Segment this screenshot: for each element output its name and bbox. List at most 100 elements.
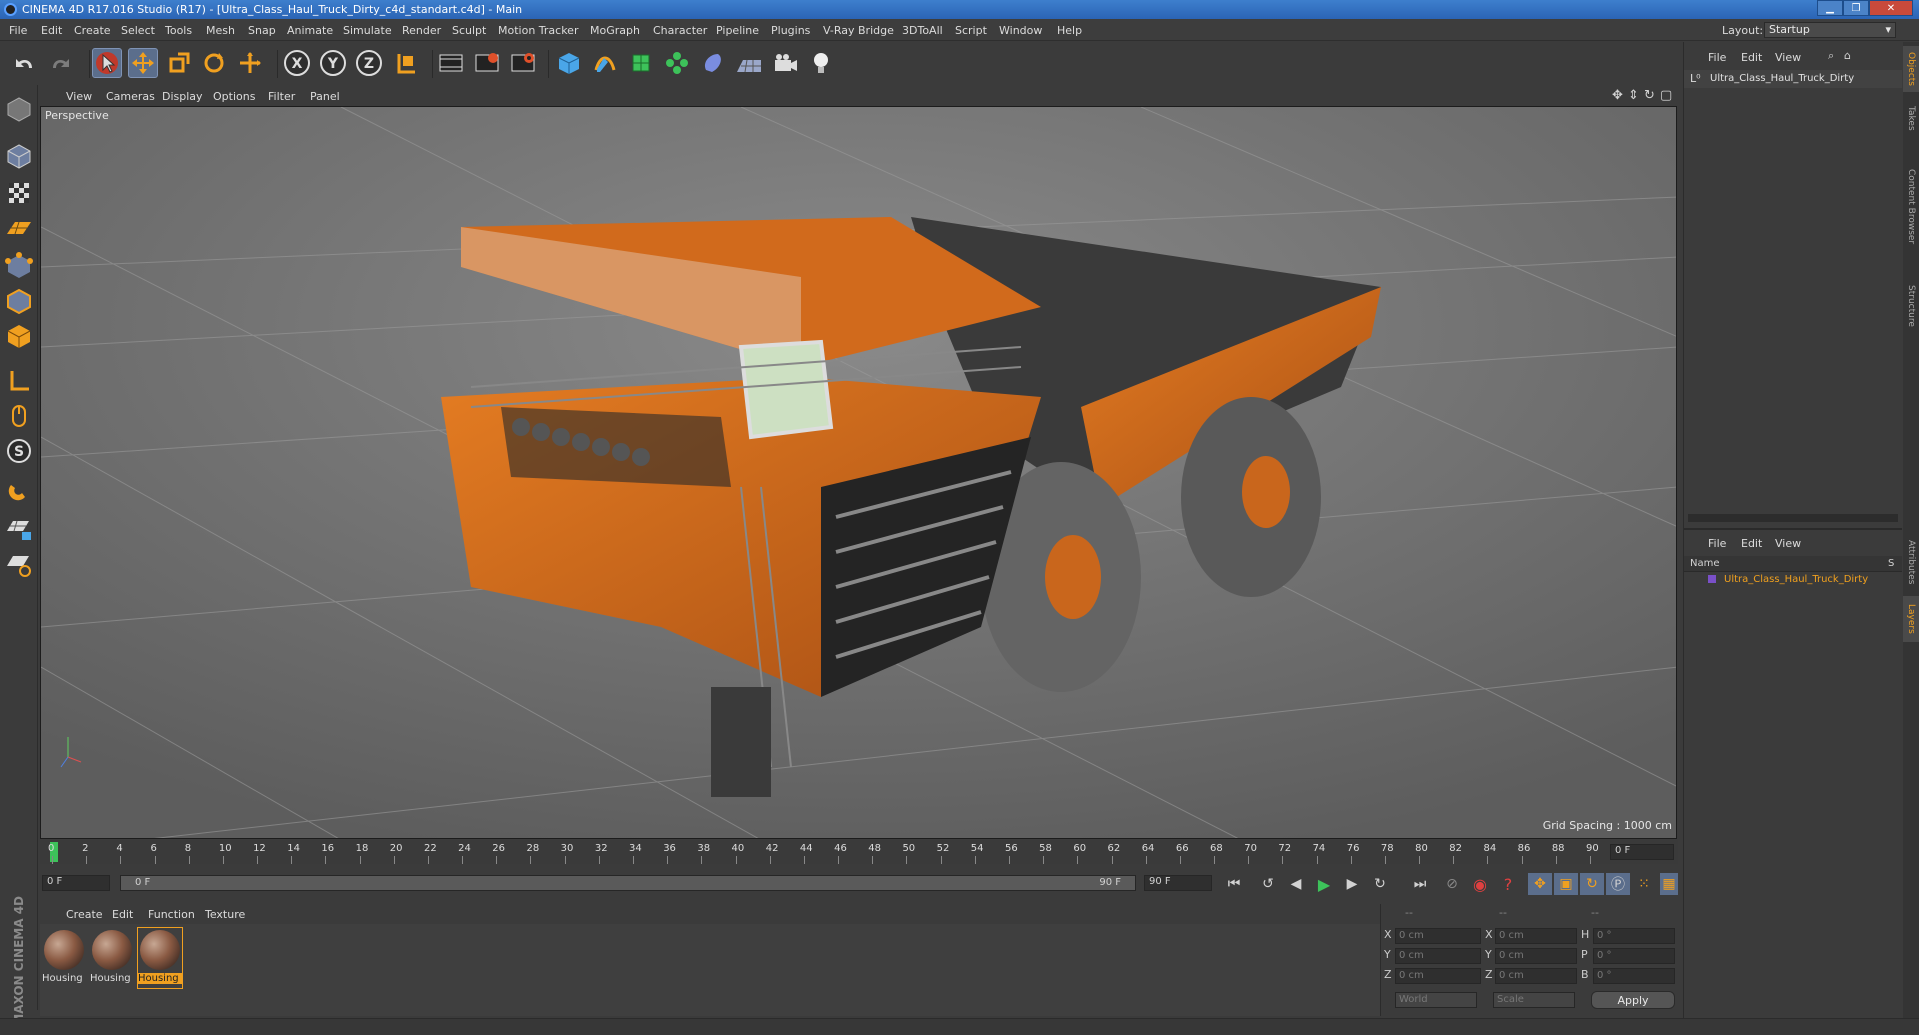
rotation-p-field[interactable]: 0 ° bbox=[1593, 948, 1675, 964]
rotate-icon[interactable] bbox=[199, 48, 229, 78]
material-swatch[interactable]: Housing bbox=[42, 928, 86, 988]
apply-button[interactable]: Apply bbox=[1591, 991, 1675, 1009]
menu-animate[interactable]: Animate bbox=[287, 24, 333, 37]
autokeying-icon[interactable]: ◉ bbox=[1468, 873, 1492, 895]
scale-icon[interactable] bbox=[164, 48, 194, 78]
menu-select[interactable]: Select bbox=[121, 24, 155, 37]
size-mode-select[interactable]: Scale bbox=[1493, 992, 1575, 1008]
pen-icon[interactable] bbox=[590, 48, 620, 78]
next-key-icon[interactable]: ↻ bbox=[1368, 873, 1392, 895]
obj-menu-view[interactable]: View bbox=[1775, 51, 1801, 64]
previous-key-icon[interactable]: ↺ bbox=[1256, 873, 1280, 895]
zoom-view-icon[interactable]: ⇕ bbox=[1628, 88, 1639, 103]
vp-menu-view[interactable]: View bbox=[66, 90, 92, 103]
deformer-icon[interactable] bbox=[698, 48, 728, 78]
render-settings-icon[interactable] bbox=[508, 48, 538, 78]
position-x-field[interactable]: 0 cm bbox=[1395, 928, 1481, 944]
play-icon[interactable]: ▶ bbox=[1312, 873, 1336, 895]
locked-workplane-icon[interactable] bbox=[3, 513, 35, 545]
material-swatch[interactable]: Housing bbox=[90, 928, 134, 988]
x-axis-icon[interactable]: X bbox=[282, 48, 312, 78]
edges-mode-icon[interactable] bbox=[3, 285, 35, 317]
next-frame-icon[interactable]: ▶ bbox=[1340, 873, 1364, 895]
timeline-layout-icon[interactable]: ▦ bbox=[1660, 873, 1678, 895]
tweak-mode-icon[interactable] bbox=[3, 400, 35, 432]
select-icon[interactable] bbox=[92, 48, 122, 78]
tab-content-browser[interactable]: Content Browser bbox=[1903, 142, 1919, 272]
menu-character[interactable]: Character bbox=[653, 24, 707, 37]
layer-menu-file[interactable]: File bbox=[1708, 537, 1726, 550]
subdivision-icon[interactable] bbox=[626, 48, 656, 78]
camera-icon[interactable] bbox=[770, 48, 800, 78]
record-keys-icon[interactable]: ⊘ bbox=[1440, 873, 1464, 895]
object-row[interactable]: L⁰ Ultra_Class_Haul_Truck_Dirty bbox=[1684, 70, 1902, 88]
tab-attributes[interactable]: Attributes bbox=[1903, 532, 1919, 592]
light-icon[interactable] bbox=[806, 48, 836, 78]
menu-render[interactable]: Render bbox=[402, 24, 441, 37]
menu-vray-bridge[interactable]: V-Ray Bridge bbox=[823, 24, 894, 37]
material-swatch-selected[interactable]: Housing bbox=[137, 927, 183, 989]
obj-menu-file[interactable]: File bbox=[1708, 51, 1726, 64]
size-y-field[interactable]: 0 cm bbox=[1495, 948, 1577, 964]
menu-help[interactable]: Help bbox=[1057, 24, 1082, 37]
mat-menu-edit[interactable]: Edit bbox=[112, 908, 133, 921]
menu-create[interactable]: Create bbox=[74, 24, 111, 37]
tab-takes[interactable]: Takes bbox=[1903, 98, 1919, 138]
horizontal-scrollbar[interactable] bbox=[1688, 514, 1898, 522]
3d-viewport[interactable]: Perspective Grid Spacing : 1000 cm bbox=[40, 106, 1677, 839]
model-mode-icon[interactable] bbox=[3, 140, 35, 172]
end-frame-field[interactable]: 90 F bbox=[1144, 875, 1212, 891]
snap-icon[interactable]: S bbox=[3, 435, 35, 467]
floor-icon[interactable] bbox=[734, 48, 764, 78]
key-scale-icon[interactable]: ▣ bbox=[1554, 873, 1578, 895]
key-parameter-icon[interactable]: Ⓟ bbox=[1606, 873, 1630, 895]
home-icon[interactable]: ⌂ bbox=[1844, 49, 1851, 62]
tab-structure[interactable]: Structure bbox=[1903, 276, 1919, 336]
tab-layers[interactable]: Layers bbox=[1903, 596, 1919, 642]
pan-view-icon[interactable]: ✥ bbox=[1612, 88, 1623, 103]
rotation-b-field[interactable]: 0 ° bbox=[1593, 968, 1675, 984]
maximize-button[interactable]: ❐ bbox=[1843, 0, 1869, 16]
render-view-icon[interactable] bbox=[436, 48, 466, 78]
mat-menu-function[interactable]: Function bbox=[148, 908, 195, 921]
polygons-mode-icon[interactable] bbox=[3, 320, 35, 352]
close-button[interactable]: ✕ bbox=[1869, 0, 1913, 16]
key-position-icon[interactable]: ✥ bbox=[1528, 873, 1552, 895]
layer-menu-view[interactable]: View bbox=[1775, 537, 1801, 550]
rotate-view-icon[interactable]: ↻ bbox=[1644, 88, 1655, 103]
y-axis-icon[interactable]: Y bbox=[318, 48, 348, 78]
points-mode-icon[interactable] bbox=[3, 250, 35, 282]
layer-row[interactable]: Ultra_Class_Haul_Truck_Dirty bbox=[1684, 572, 1902, 588]
key-rotation-icon[interactable]: ↻ bbox=[1580, 873, 1604, 895]
menu-tools[interactable]: Tools bbox=[165, 24, 192, 37]
menu-snap[interactable]: Snap bbox=[248, 24, 276, 37]
mat-menu-texture[interactable]: Texture bbox=[205, 908, 245, 921]
size-x-field[interactable]: 0 cm bbox=[1495, 928, 1577, 944]
vp-menu-display[interactable]: Display bbox=[162, 90, 203, 103]
menu-pipeline[interactable]: Pipeline bbox=[716, 24, 759, 37]
vp-menu-panel[interactable]: Panel bbox=[310, 90, 340, 103]
previous-frame-icon[interactable]: ◀ bbox=[1284, 873, 1308, 895]
undo-icon[interactable] bbox=[10, 48, 40, 78]
position-y-field[interactable]: 0 cm bbox=[1395, 948, 1481, 964]
menu-3dtoall[interactable]: 3DToAll bbox=[902, 24, 943, 37]
menu-simulate[interactable]: Simulate bbox=[343, 24, 392, 37]
search-icon[interactable]: ⌕ bbox=[1828, 49, 1834, 63]
timeline-ruler[interactable]: 0 2 4 6 8 10 12 14 16 18 20 22 24 26 28 30 32 34 36 38 40 42 4… bbox=[40, 840, 1678, 864]
coordinate-system-icon[interactable] bbox=[391, 48, 421, 78]
magnet-icon[interactable] bbox=[3, 475, 35, 507]
maximize-view-icon[interactable]: ▢ bbox=[1660, 88, 1672, 103]
render-picture-viewer-icon[interactable] bbox=[472, 48, 502, 78]
transform-icon[interactable] bbox=[235, 48, 265, 78]
tab-objects[interactable]: Objects bbox=[1903, 46, 1919, 92]
vp-menu-options[interactable]: Options bbox=[213, 90, 255, 103]
menu-edit[interactable]: Edit bbox=[41, 24, 62, 37]
obj-menu-edit[interactable]: Edit bbox=[1741, 51, 1762, 64]
go-to-start-icon[interactable]: ⏮ bbox=[1222, 873, 1246, 895]
make-editable-icon[interactable] bbox=[3, 93, 35, 125]
menu-script[interactable]: Script bbox=[955, 24, 987, 37]
position-z-field[interactable]: 0 cm bbox=[1395, 968, 1481, 984]
keyframe-selection-icon[interactable]: ? bbox=[1496, 873, 1520, 895]
z-axis-icon[interactable]: Z bbox=[354, 48, 384, 78]
size-z-field[interactable]: 0 cm bbox=[1495, 968, 1577, 984]
